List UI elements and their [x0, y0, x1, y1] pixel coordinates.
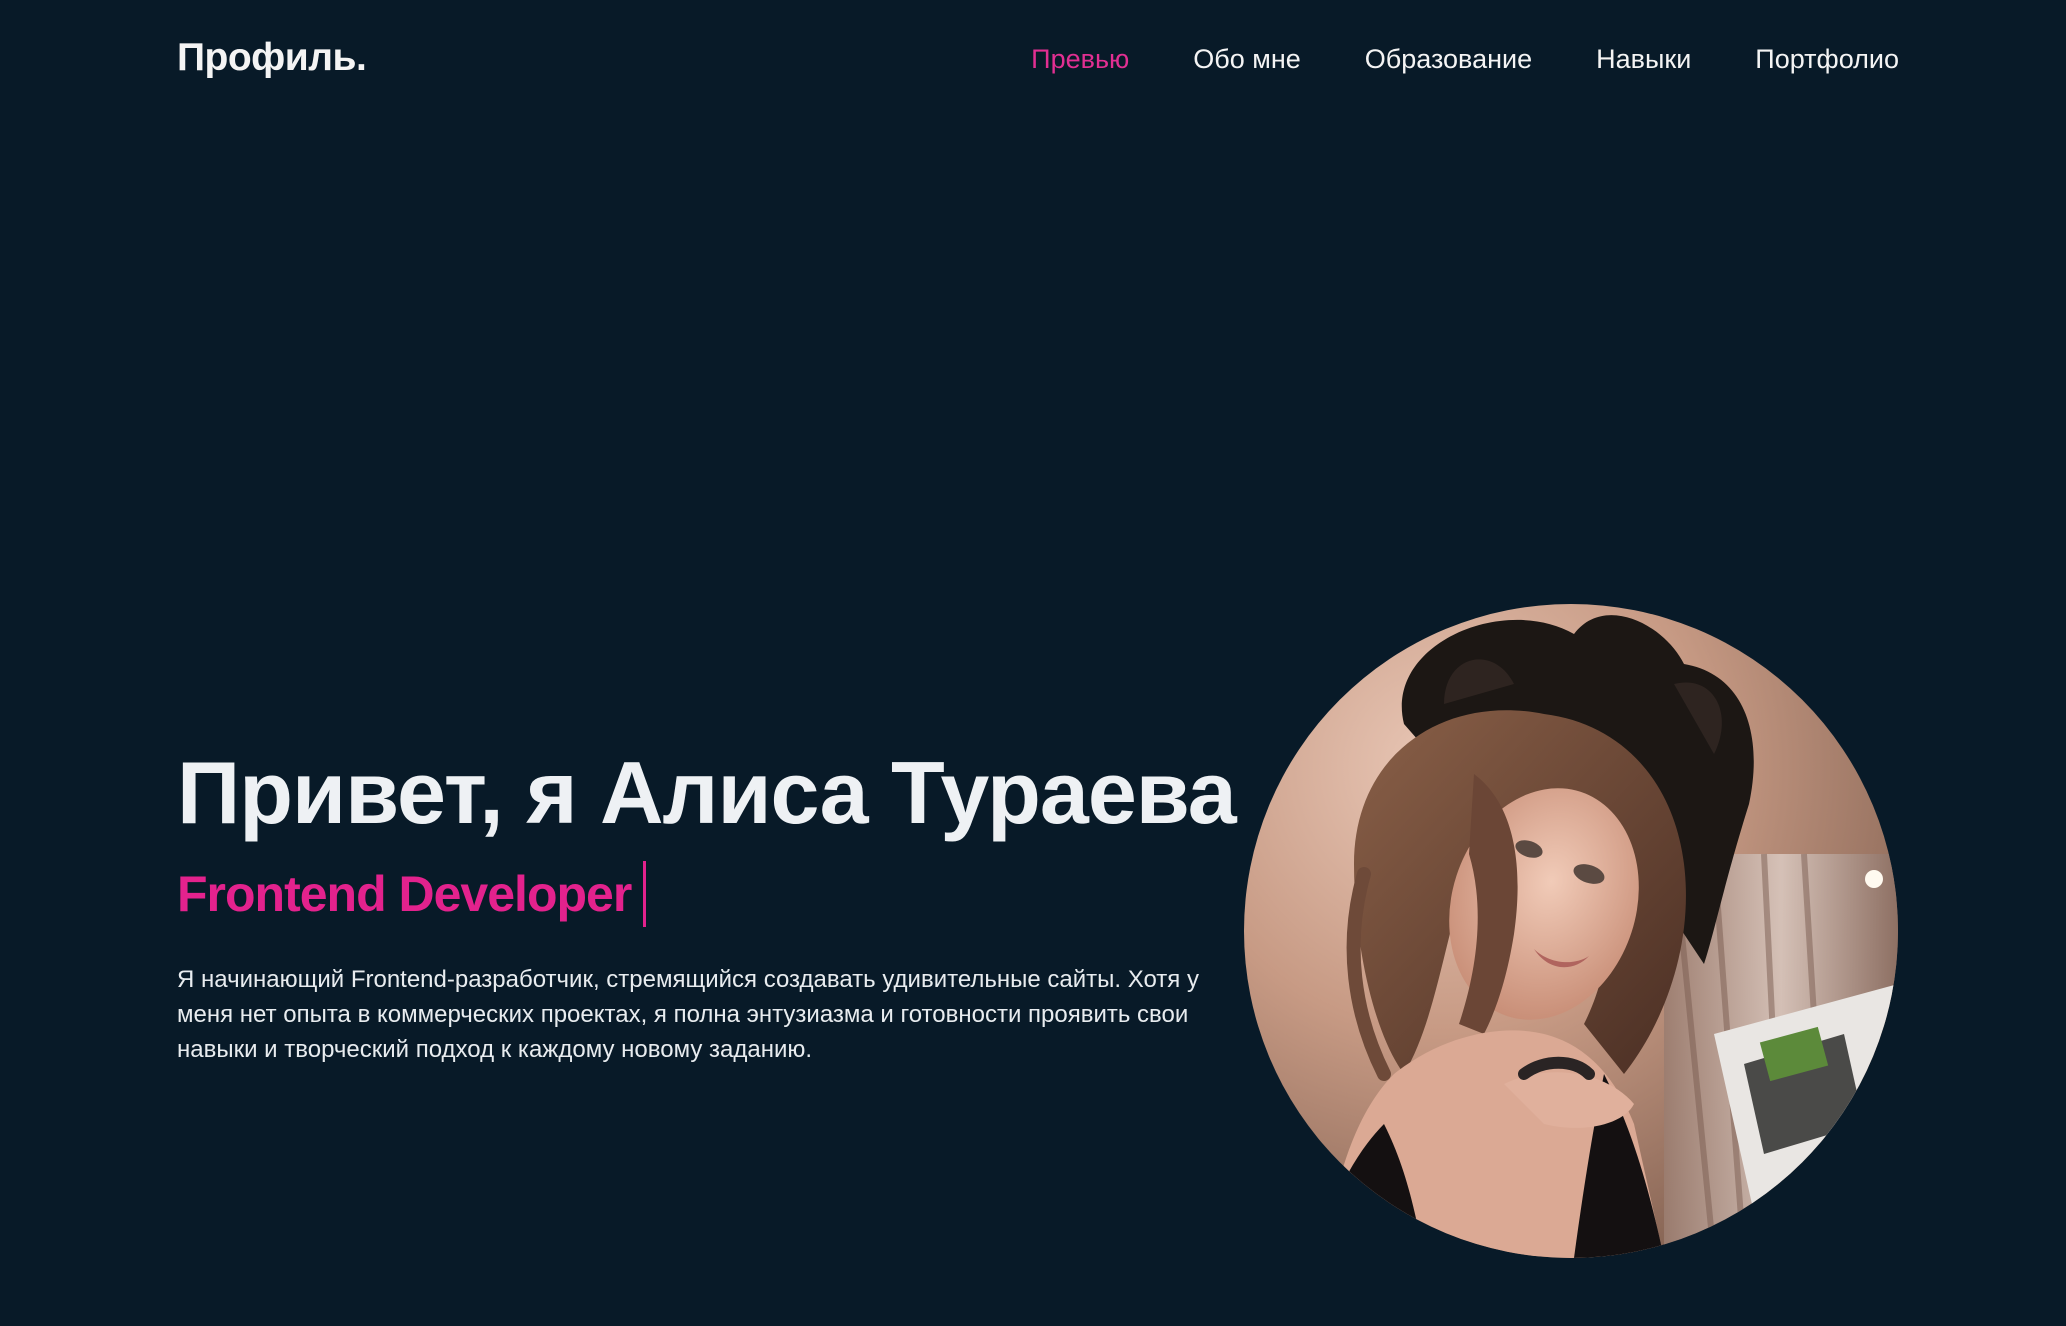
site-header: Профиль. Превью Обо мне Образование Навы…: [0, 0, 2066, 122]
main-nav: Превью Обо мне Образование Навыки Портфо…: [967, 44, 1899, 75]
profile-photo: [1244, 604, 1898, 1258]
nav-link-preview[interactable]: Превью: [1031, 44, 1129, 75]
profile-photo-illustration: [1244, 604, 1898, 1258]
typing-caret: [643, 861, 647, 927]
site-logo[interactable]: Профиль.: [177, 36, 367, 80]
hero-role-text: Frontend Developer: [177, 866, 632, 922]
nav-link-about[interactable]: Обо мне: [1193, 44, 1300, 75]
nav-link-portfolio[interactable]: Портфолио: [1755, 44, 1899, 75]
hero-role: Frontend Developer: [177, 861, 647, 927]
page: Профиль. Превью Обо мне Образование Навы…: [0, 0, 2066, 1326]
nav-link-education[interactable]: Образование: [1365, 44, 1532, 75]
hero-description: Я начинающий Frontend-разработчик, стрем…: [177, 966, 1199, 1063]
nav-link-skills[interactable]: Навыки: [1596, 44, 1691, 75]
hero-title: Привет, я Алиса Тураева: [177, 743, 1237, 842]
